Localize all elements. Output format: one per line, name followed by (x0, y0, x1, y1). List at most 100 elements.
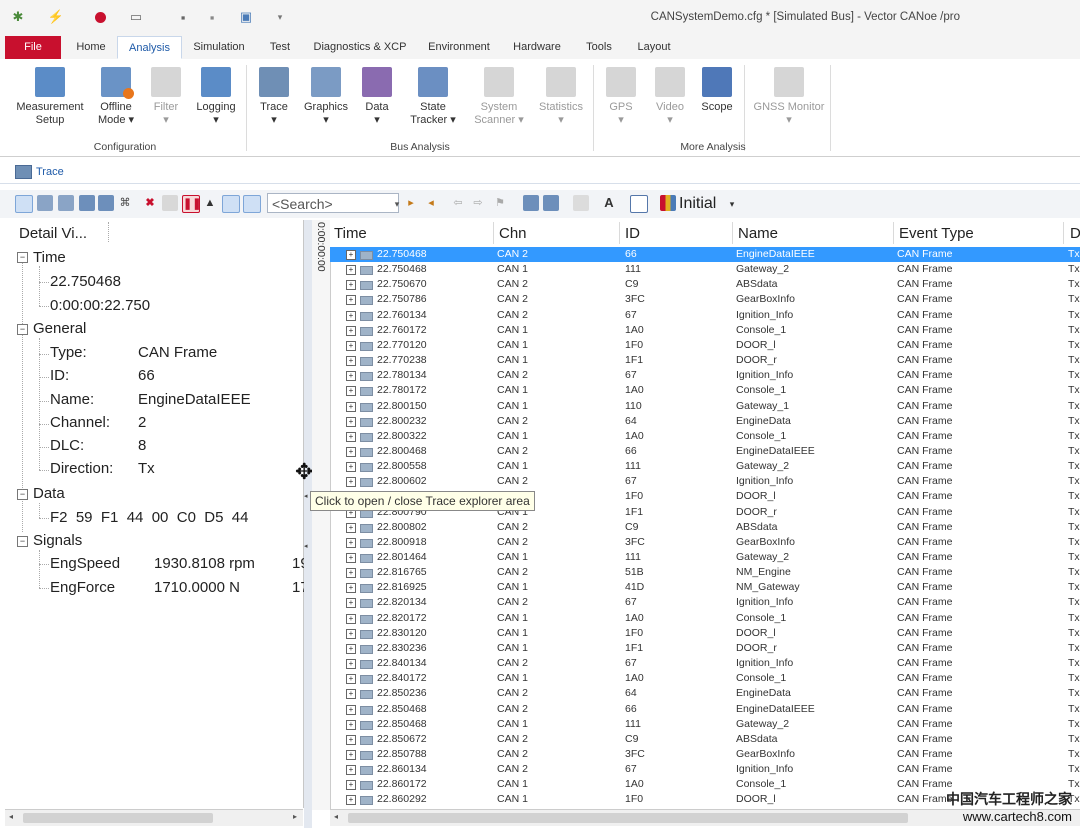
scroll-left-icon[interactable]: ◂ (9, 812, 13, 821)
expand-row-icon[interactable]: + (346, 719, 356, 730)
table-row[interactable]: +22.780134 CAN 2 67 Ignition_Info CAN Frame T… (330, 368, 1080, 383)
expand-row-icon[interactable]: + (346, 659, 356, 670)
tab-file[interactable]: File (5, 36, 61, 59)
bookmark-icon[interactable]: ⚑ (492, 195, 508, 211)
expand-row-icon[interactable]: + (346, 780, 356, 791)
expand-row-icon[interactable]: + (346, 553, 356, 563)
tab-home[interactable]: Home (68, 36, 114, 59)
forward-icon[interactable]: ⇨ (470, 195, 486, 211)
table-row[interactable]: +22.801464 CAN 1 111 Gateway_2 CAN Frame Tx (330, 550, 1080, 565)
offline-mode-button[interactable]: Offline Mode ▾ (90, 67, 142, 127)
predefined-filter-icon[interactable] (79, 195, 95, 211)
scroll-left-icon[interactable]: ◂ (334, 812, 338, 821)
table-row[interactable]: +22.760172 CAN 1 1A0 Console_1 CAN Frame Tx (330, 323, 1080, 338)
find-next-icon[interactable]: ▸ (403, 195, 419, 211)
scrollbar-thumb[interactable] (23, 813, 213, 823)
stop-icon[interactable] (92, 9, 108, 25)
lightning-icon[interactable]: ⚡ (48, 9, 64, 25)
column-separator[interactable] (493, 222, 494, 244)
tab-tools[interactable]: Tools (577, 36, 621, 59)
expand-row-icon[interactable]: + (346, 795, 356, 806)
table-row[interactable]: +22.800558 CAN 1 111 Gateway_2 CAN Frame Tx (330, 459, 1080, 474)
expand-row-icon[interactable]: + (346, 689, 356, 700)
table-row[interactable]: +22.860134 CAN 2 67 Ignition_Info CAN Frame T… (330, 762, 1080, 777)
expand-row-icon[interactable]: + (346, 340, 356, 351)
table-row[interactable]: +22.780172 CAN 1 1A0 Console_1 CAN Frame Tx (330, 383, 1080, 398)
table-row[interactable]: +22.800802 CAN 2 C9 ABSdata CAN Frame Tx (330, 520, 1080, 535)
export-icon[interactable] (543, 195, 559, 211)
qat-customize-icon[interactable]: ▾ (272, 9, 288, 25)
window-icon[interactable]: ▣ (238, 9, 254, 25)
expand-row-icon[interactable]: + (346, 250, 356, 260)
expand-row-icon[interactable]: + (346, 386, 356, 397)
video-button[interactable]: Video ▾ (650, 67, 690, 127)
expand-row-icon[interactable]: + (346, 749, 356, 760)
collapse-arrow-icon[interactable]: ◂ (304, 492, 308, 500)
tab-hardware[interactable]: Hardware (506, 36, 568, 59)
measurement-setup-button[interactable]: Measurement Setup (14, 67, 86, 127)
column-name[interactable]: Name (738, 225, 778, 242)
column-event-type[interactable]: Event Type (899, 225, 974, 242)
table-row[interactable]: +22.800232 CAN 2 64 EngineData CAN Frame Tx (330, 414, 1080, 429)
save-as-icon[interactable]: ▪ (204, 9, 220, 25)
pause-icon[interactable]: ❚❚ (182, 195, 201, 213)
table-row[interactable]: +22.750670 CAN 2 C9 ABSdata CAN Frame Tx (330, 277, 1080, 292)
font-icon[interactable]: A (601, 195, 617, 211)
expand-row-icon[interactable]: + (346, 477, 356, 488)
tab-environment[interactable]: Environment (420, 36, 498, 59)
app-icon[interactable]: ✱ (10, 9, 26, 25)
table-row[interactable]: +22.850788 CAN 2 3FC GearBoxInfo CAN Frame Tx (330, 747, 1080, 762)
search-input[interactable]: <Search> (267, 193, 399, 213)
delta-time-icon[interactable]: ▲ (202, 195, 218, 211)
signals-collapse-icon[interactable]: − (17, 536, 28, 547)
general-collapse-icon[interactable]: − (17, 324, 28, 335)
trace-button[interactable]: Trace ▾ (253, 67, 295, 127)
table-row[interactable]: +22.816765 CAN 2 51B NM_Engine CAN Frame Tx (330, 565, 1080, 580)
expand-row-icon[interactable]: + (346, 431, 356, 442)
data-collapse-icon[interactable]: − (17, 489, 28, 500)
copy-icon[interactable] (523, 195, 539, 211)
table-row[interactable]: +22.850468 CAN 2 66 EngineDataIEEE CAN Frame… (330, 702, 1080, 717)
column-separator[interactable] (619, 222, 620, 244)
state-tracker-button[interactable]: State Tracker ▾ (405, 67, 461, 127)
gps-button[interactable]: GPS ▾ (602, 67, 640, 127)
layout-selector[interactable]: Initial (679, 195, 716, 213)
back-icon[interactable]: ⇦ (450, 195, 466, 211)
collapse-arrow-icon[interactable]: ◂ (304, 542, 308, 550)
expand-row-icon[interactable]: + (346, 295, 356, 306)
expand-row-icon[interactable]: + (346, 371, 356, 382)
tab-analysis[interactable]: Analysis (117, 36, 182, 59)
table-row[interactable]: +22.800322 CAN 1 1A0 Console_1 CAN Frame Tx (330, 429, 1080, 444)
clear-icon[interactable]: ✖ (142, 195, 158, 211)
table-row[interactable]: +22.820172 CAN 1 1A0 Console_1 CAN Frame Tx (330, 611, 1080, 626)
expand-row-icon[interactable]: + (346, 613, 356, 624)
scope-button[interactable]: Scope (698, 67, 736, 114)
expand-row-icon[interactable]: + (346, 643, 356, 654)
table-row[interactable]: +22.800468 CAN 2 66 EngineDataIEEE CAN Frame… (330, 444, 1080, 459)
graphics-button[interactable]: Graphics ▾ (302, 67, 350, 127)
column-direction[interactable]: D (1070, 225, 1080, 242)
column-separator[interactable] (1063, 222, 1064, 244)
table-row[interactable]: +22.820134 CAN 2 67 Ignition_Info CAN Frame T… (330, 595, 1080, 610)
expand-row-icon[interactable]: + (346, 462, 356, 473)
trace-explorer-splitter[interactable]: ◂ ◂ (304, 220, 312, 828)
expand-row-icon[interactable]: + (346, 765, 356, 776)
expand-row-icon[interactable]: + (346, 704, 356, 715)
table-row[interactable]: +22.840134 CAN 2 67 Ignition_Info CAN Frame T… (330, 656, 1080, 671)
table-row[interactable]: +22.750468 CAN 2 66 EngineDataIEEE CAN Frame… (330, 247, 1080, 263)
logging-button[interactable]: Logging ▾ (192, 67, 240, 127)
column-separator[interactable] (732, 222, 733, 244)
expand-row-icon[interactable]: + (346, 628, 356, 639)
layout-dropdown-icon[interactable]: ▾ (724, 196, 740, 212)
expand-row-icon[interactable]: + (346, 310, 356, 321)
table-row[interactable]: +22.750468 CAN 1 111 Gateway_2 CAN Frame Tx (330, 262, 1080, 277)
expand-row-icon[interactable]: + (346, 583, 356, 594)
expand-row-icon[interactable]: + (346, 280, 356, 291)
table-row[interactable]: +22.770238 CAN 1 1F1 DOOR_r CAN Frame Tx (330, 353, 1080, 368)
scroll-right-icon[interactable]: ▸ (293, 812, 297, 821)
table-row[interactable]: +22.770120 CAN 1 1F0 DOOR_l CAN Frame Tx (330, 338, 1080, 353)
mark-icon[interactable] (243, 195, 261, 213)
expand-row-icon[interactable]: + (346, 446, 356, 457)
table-row[interactable]: +22.750786 CAN 2 3FC GearBoxInfo CAN Frame Tx (330, 292, 1080, 307)
column-id[interactable]: ID (625, 225, 640, 242)
